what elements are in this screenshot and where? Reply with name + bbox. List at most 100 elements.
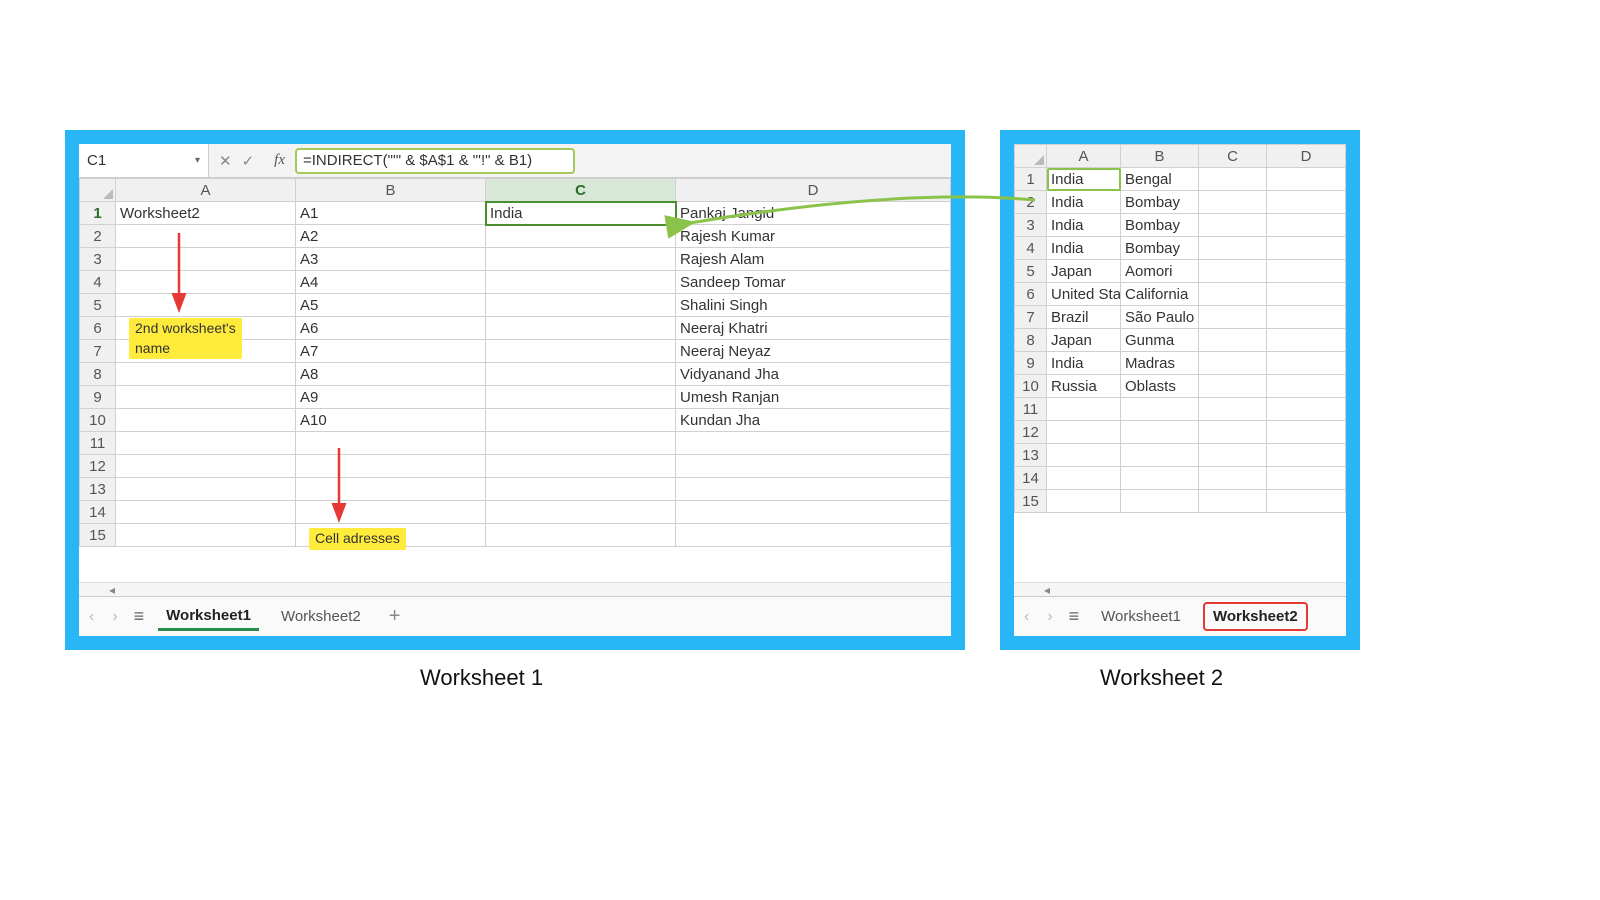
col-header-A[interactable]: A <box>116 179 296 202</box>
cell[interactable]: Bengal <box>1121 168 1199 191</box>
cell[interactable] <box>1267 283 1346 306</box>
cell[interactable] <box>296 478 486 501</box>
cell[interactable]: A2 <box>296 225 486 248</box>
horizontal-scroll-hint[interactable]: ◂ <box>1014 582 1346 596</box>
cell[interactable] <box>296 501 486 524</box>
cell[interactable] <box>116 455 296 478</box>
active-cell-C1[interactable]: India <box>486 202 676 225</box>
cell[interactable] <box>486 317 676 340</box>
cell[interactable] <box>1199 214 1267 237</box>
cell[interactable]: California <box>1121 283 1199 306</box>
cell[interactable]: Gunma <box>1121 329 1199 352</box>
cell[interactable] <box>486 294 676 317</box>
row-header[interactable]: 9 <box>1015 352 1047 375</box>
row-header[interactable]: 11 <box>80 432 116 455</box>
row-header[interactable]: 7 <box>80 340 116 363</box>
cell[interactable] <box>1199 421 1267 444</box>
cell[interactable]: Pankaj Jangid <box>676 202 951 225</box>
tab-worksheet2-highlighted[interactable]: Worksheet2 <box>1203 602 1308 631</box>
row-header[interactable]: 1 <box>1015 168 1047 191</box>
tab-worksheet2[interactable]: Worksheet2 <box>273 604 369 629</box>
cell[interactable] <box>1267 490 1346 513</box>
cell[interactable]: A6 <box>296 317 486 340</box>
cell[interactable]: Brazil <box>1047 306 1121 329</box>
row-header[interactable]: 6 <box>80 317 116 340</box>
cell[interactable] <box>116 294 296 317</box>
row-header[interactable]: 3 <box>80 248 116 271</box>
accept-formula-icon[interactable]: ✓ <box>242 152 255 170</box>
cell[interactable]: São Paulo <box>1121 306 1199 329</box>
cell[interactable]: Bombay <box>1121 214 1199 237</box>
worksheet2-grid[interactable]: A B C D 1 India Bengal 2IndiaBombay 3Ind… <box>1014 144 1346 513</box>
tab-nav-next-icon[interactable]: › <box>110 608 119 626</box>
cell[interactable] <box>676 455 951 478</box>
cell[interactable] <box>1267 329 1346 352</box>
cell[interactable] <box>1199 191 1267 214</box>
tab-nav-next-icon[interactable]: › <box>1045 608 1054 626</box>
cell[interactable] <box>1121 444 1199 467</box>
select-all-corner[interactable] <box>1015 145 1047 168</box>
cell[interactable] <box>1199 168 1267 191</box>
cell[interactable] <box>486 409 676 432</box>
select-all-corner[interactable] <box>80 179 116 202</box>
row-header[interactable]: 4 <box>1015 237 1047 260</box>
cell[interactable] <box>1047 421 1121 444</box>
cell[interactable] <box>1267 375 1346 398</box>
cell[interactable] <box>486 524 676 547</box>
cell[interactable]: Neeraj Khatri <box>676 317 951 340</box>
row-header[interactable]: 12 <box>1015 421 1047 444</box>
row-header[interactable]: 6 <box>1015 283 1047 306</box>
row-header[interactable]: 2 <box>80 225 116 248</box>
col-header-C[interactable]: C <box>1199 145 1267 168</box>
cell[interactable] <box>1267 444 1346 467</box>
cell[interactable]: Bombay <box>1121 237 1199 260</box>
cell[interactable] <box>676 524 951 547</box>
cell[interactable]: Aomori <box>1121 260 1199 283</box>
cell[interactable]: A7 <box>296 340 486 363</box>
cell[interactable] <box>486 455 676 478</box>
cell[interactable] <box>116 225 296 248</box>
cell[interactable] <box>486 225 676 248</box>
cell[interactable]: India <box>1047 214 1121 237</box>
cell[interactable]: Neeraj Neyaz <box>676 340 951 363</box>
cell[interactable] <box>1267 421 1346 444</box>
cell-A1-highlighted[interactable]: India <box>1047 168 1121 191</box>
cell[interactable] <box>116 478 296 501</box>
cell[interactable]: Oblasts <box>1121 375 1199 398</box>
cell[interactable] <box>1199 329 1267 352</box>
cell[interactable] <box>296 455 486 478</box>
col-header-D[interactable]: D <box>1267 145 1346 168</box>
cell[interactable] <box>1267 306 1346 329</box>
cell[interactable]: Japan <box>1047 329 1121 352</box>
cell[interactable] <box>116 524 296 547</box>
cell[interactable] <box>116 271 296 294</box>
cell[interactable] <box>486 478 676 501</box>
cell[interactable] <box>116 409 296 432</box>
fx-label[interactable]: fx <box>264 152 295 169</box>
cell[interactable] <box>1267 352 1346 375</box>
cell[interactable] <box>1199 490 1267 513</box>
cell[interactable]: A4 <box>296 271 486 294</box>
row-header[interactable]: 5 <box>1015 260 1047 283</box>
row-header[interactable]: 9 <box>80 386 116 409</box>
row-header[interactable]: 4 <box>80 271 116 294</box>
cell[interactable]: A1 <box>296 202 486 225</box>
cell[interactable] <box>1199 260 1267 283</box>
all-sheets-icon[interactable]: ≡ <box>1069 606 1080 627</box>
cell[interactable] <box>486 363 676 386</box>
row-header[interactable]: 15 <box>1015 490 1047 513</box>
tab-worksheet1[interactable]: Worksheet1 <box>1093 604 1189 629</box>
cell[interactable] <box>1121 467 1199 490</box>
cell[interactable] <box>486 248 676 271</box>
formula-input[interactable]: =INDIRECT("'" & $A$1 & "'!" & B1) <box>295 148 575 174</box>
cell[interactable] <box>1199 352 1267 375</box>
worksheet1-grid[interactable]: A B C D 1 Worksheet2 A1 India Pankaj Jan… <box>79 178 951 547</box>
cell[interactable] <box>1267 214 1346 237</box>
tab-nav-prev-icon[interactable]: ‹ <box>87 608 96 626</box>
cell[interactable] <box>1199 237 1267 260</box>
row-header[interactable]: 13 <box>1015 444 1047 467</box>
cell[interactable] <box>1199 444 1267 467</box>
row-header[interactable]: 2 <box>1015 191 1047 214</box>
tab-worksheet1[interactable]: Worksheet1 <box>158 603 259 631</box>
cell[interactable] <box>116 386 296 409</box>
